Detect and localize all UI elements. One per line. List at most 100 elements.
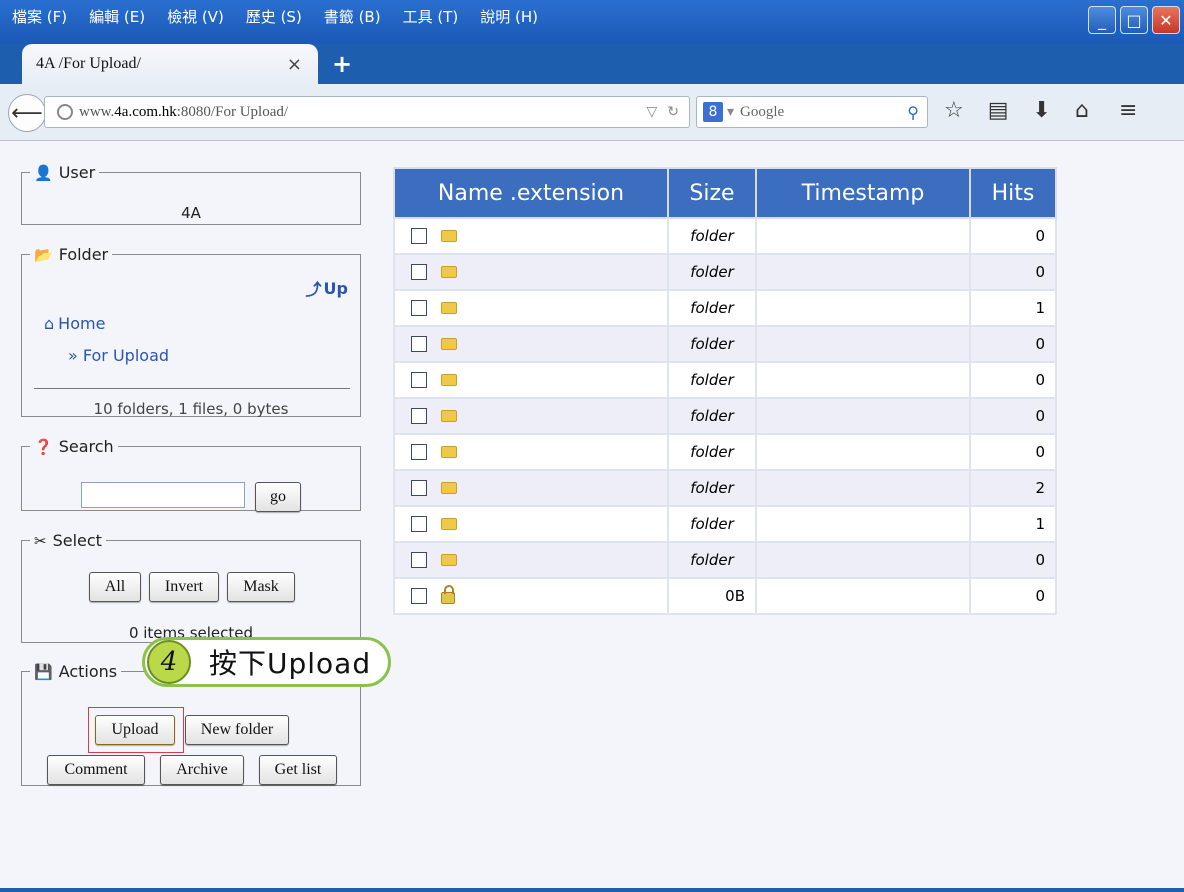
up-label: Up <box>323 278 348 298</box>
menu-bookmarks[interactable]: 書籤 (B) <box>324 6 381 27</box>
row-checkbox[interactable] <box>411 444 427 460</box>
hamburger-menu-icon[interactable]: ≡ <box>1119 98 1137 123</box>
folder-icon <box>441 230 457 242</box>
row-checkbox[interactable] <box>411 552 427 568</box>
tab-current[interactable]: 4A /For Upload/ × <box>22 44 318 84</box>
tab-close-icon[interactable]: × <box>287 54 302 75</box>
name-cell-content <box>395 516 667 532</box>
magnifier-icon[interactable]: ⚲ <box>907 103 919 122</box>
divider <box>34 388 350 389</box>
go-button[interactable]: go <box>255 482 301 512</box>
table-row[interactable]: folder 0 <box>393 325 1057 363</box>
file-table: Name .extension Size Timestamp Hits fold… <box>393 167 1057 615</box>
home-link[interactable]: ⌂ Home <box>44 314 105 333</box>
timestamp-cell <box>755 469 971 507</box>
search-legend: ❓ Search <box>30 437 118 456</box>
upload-button[interactable]: Upload <box>95 715 175 745</box>
header-hits[interactable]: Hits <box>969 167 1057 219</box>
name-cell <box>393 469 669 507</box>
comment-button[interactable]: Comment <box>47 755 145 785</box>
engine-dropdown-icon[interactable]: ▾ <box>727 104 734 120</box>
back-button[interactable]: ⟵ <box>8 94 46 132</box>
row-checkbox[interactable] <box>411 264 427 280</box>
table-row[interactable]: folder 0 <box>393 433 1057 471</box>
folder-legend: 📂 Folder <box>30 245 112 264</box>
table-row[interactable]: folder 2 <box>393 469 1057 507</box>
table-row[interactable]: folder 0 <box>393 361 1057 399</box>
size-cell: folder <box>667 541 757 579</box>
header-name[interactable]: Name .extension <box>393 167 669 219</box>
select-panel: ✂ Select All Invert Mask 0 items selected <box>21 531 361 643</box>
menu-help[interactable]: 說明 (H) <box>480 6 538 27</box>
bookmarks-list-icon[interactable]: ▤ <box>988 98 1009 123</box>
row-checkbox[interactable] <box>411 588 427 604</box>
user-icon: 👤 <box>34 163 53 182</box>
download-icon[interactable]: ⬇ <box>1033 98 1051 123</box>
table-row[interactable]: 0B 0 <box>393 577 1057 615</box>
size-cell: 0B <box>667 577 757 615</box>
up-link[interactable]: ⤴ Up <box>306 276 348 300</box>
table-row[interactable]: folder 0 <box>393 541 1057 579</box>
name-cell-content <box>395 552 667 568</box>
mask-button[interactable]: Mask <box>227 572 295 602</box>
home-icon[interactable]: ⌂ <box>1075 98 1089 123</box>
current-folder-link[interactable]: » For Upload <box>68 346 169 365</box>
bookmark-star-icon[interactable]: ☆ <box>944 98 964 123</box>
select-all-button[interactable]: All <box>89 572 141 602</box>
row-checkbox[interactable] <box>411 372 427 388</box>
folder-stats: 10 folders, 1 files, 0 bytes <box>93 400 289 418</box>
name-cell-content <box>395 585 667 604</box>
new-tab-button[interactable]: + <box>332 50 352 78</box>
page-content: 👤 User 4A 📂 Folder ⤴ Up ⌂ Home » For Upload … <box>0 141 1184 888</box>
header-size[interactable]: Size <box>667 167 757 219</box>
timestamp-cell <box>755 397 971 435</box>
close-window-button[interactable]: ✕ <box>1152 6 1180 34</box>
maximize-button[interactable]: □ <box>1120 6 1148 34</box>
invert-button[interactable]: Invert <box>149 572 219 602</box>
folder-icon <box>441 374 457 386</box>
name-cell <box>393 397 669 435</box>
search-engine-bar[interactable]: 8 ▾ Google ⚲ <box>696 96 928 128</box>
folder-icon: 📂 <box>34 245 53 264</box>
name-cell-content <box>395 444 667 460</box>
new-folder-button[interactable]: New folder <box>185 715 289 745</box>
table-row[interactable]: folder 1 <box>393 289 1057 327</box>
table-row[interactable]: folder 0 <box>393 253 1057 291</box>
row-checkbox[interactable] <box>411 516 427 532</box>
row-checkbox[interactable] <box>411 480 427 496</box>
menu-history[interactable]: 歷史 (S) <box>246 6 302 27</box>
table-row[interactable]: folder 0 <box>393 217 1057 255</box>
header-timestamp[interactable]: Timestamp <box>755 167 971 219</box>
timestamp-cell <box>755 325 971 363</box>
minimize-button[interactable]: _ <box>1088 6 1116 34</box>
hits-cell: 1 <box>969 505 1057 543</box>
menu-edit[interactable]: 編輯 (E) <box>89 6 145 27</box>
row-checkbox[interactable] <box>411 408 427 424</box>
menu-file[interactable]: 檔案 (F) <box>12 6 67 27</box>
row-checkbox[interactable] <box>411 300 427 316</box>
reload-icon[interactable]: ↻ <box>667 104 679 120</box>
name-cell <box>393 577 669 615</box>
title-bar: 檔案 (F) 編輯 (E) 檢視 (V) 歷史 (S) 書籤 (B) 工具 (T… <box>0 0 1184 44</box>
step-text: 按下Upload <box>209 647 372 680</box>
url-prefix: www. <box>79 103 115 120</box>
folder-icon <box>441 482 457 494</box>
table-row[interactable]: folder 1 <box>393 505 1057 543</box>
get-list-button[interactable]: Get list <box>259 755 337 785</box>
table-row[interactable]: folder 0 <box>393 397 1057 435</box>
search-input[interactable] <box>81 482 245 508</box>
menu-view[interactable]: 檢視 (V) <box>167 6 224 27</box>
menu-tools[interactable]: 工具 (T) <box>403 6 459 27</box>
timestamp-cell <box>755 217 971 255</box>
address-bar[interactable]: www.4a.com.hk:8080/For Upload/ ▽ ↻ <box>44 96 690 128</box>
size-cell: folder <box>667 217 757 255</box>
dropdown-arrow-icon[interactable]: ▽ <box>646 104 657 120</box>
row-checkbox[interactable] <box>411 228 427 244</box>
row-checkbox[interactable] <box>411 336 427 352</box>
search-legend-label: Search <box>58 437 114 456</box>
name-cell <box>393 253 669 291</box>
hits-cell: 1 <box>969 289 1057 327</box>
google-logo-icon[interactable]: 8 <box>703 102 723 122</box>
name-cell-content <box>395 372 667 388</box>
archive-button[interactable]: Archive <box>160 755 244 785</box>
